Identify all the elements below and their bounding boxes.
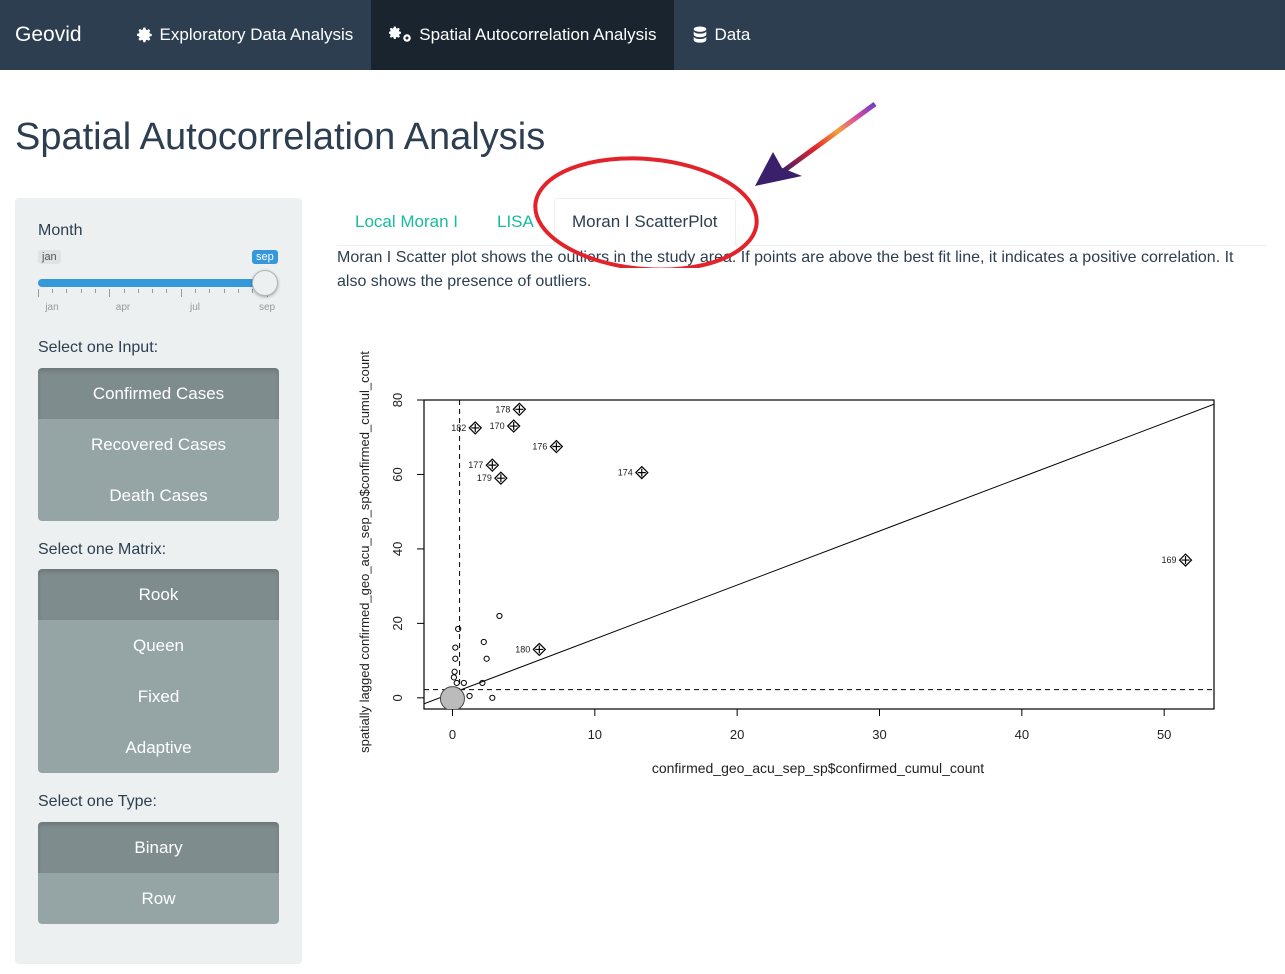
y-tick-label: 20: [390, 616, 405, 630]
slider-min-label: jan: [38, 250, 61, 264]
database-icon: [692, 26, 708, 44]
slider-tick: [138, 289, 139, 293]
slider-tick: [38, 289, 39, 297]
moran-scatterplot: 0 10 20 30 40 50020406080178182 17017617717917…: [357, 351, 1215, 776]
point-label: 177: [468, 460, 483, 470]
input-button-group: Confirmed Cases Recovered Cases Death Ca…: [38, 368, 279, 521]
slider-tick-label: jan: [45, 302, 59, 313]
page-title: Spatial Autocorrelation Analysis: [15, 116, 546, 158]
slider-tick: [81, 289, 82, 293]
point-label: 180: [515, 644, 530, 654]
navbar: Geovid Exploratory Data Analysis Spatial…: [0, 0, 1285, 70]
gear-icon: [136, 26, 154, 44]
slider-tick: [238, 289, 239, 293]
tab-bar: Local Moran I LISA Moran I ScatterPlot: [337, 198, 1267, 246]
point-label: 178: [495, 404, 510, 414]
point-label: 174: [618, 468, 633, 478]
slider-tick: [224, 289, 225, 293]
tab-lisa[interactable]: LISA: [497, 198, 534, 246]
x-tick-label: 50: [1157, 727, 1171, 742]
nav-data[interactable]: Data: [674, 0, 768, 70]
month-slider-track[interactable]: [38, 279, 268, 287]
type-label: Select one Type:: [38, 793, 157, 810]
point-label: 179: [477, 473, 492, 483]
x-tick-label: 40: [1015, 727, 1029, 742]
nav-spatial-autocorrelation-analysis[interactable]: Spatial Autocorrelation Analysis: [371, 0, 675, 70]
y-tick-label: 80: [390, 393, 405, 407]
nav-label: Spatial Autocorrelation Analysis: [419, 25, 657, 44]
y-axis-title: spatially lagged confirmed_geo_acu_sep_s…: [357, 351, 372, 753]
data-point: [489, 694, 496, 701]
y-tick-label: 0: [390, 694, 405, 701]
data-point: [479, 679, 486, 687]
month-label: Month: [38, 222, 83, 239]
slider-value-label: sep: [252, 250, 278, 264]
data-point: [496, 612, 503, 620]
nav-label: Exploratory Data Analysis: [159, 25, 354, 44]
slider-tick: [181, 289, 182, 297]
row-button[interactable]: Row: [38, 873, 279, 924]
slider-tick: [209, 289, 210, 293]
data-point: [483, 655, 490, 662]
point-label: 182: [451, 423, 466, 433]
slider-tick: [166, 289, 167, 293]
input-label: Select one Input:: [38, 339, 159, 356]
slider-tick: [95, 289, 96, 293]
slider-tick-label: jul: [189, 302, 201, 313]
y-tick-label: 60: [390, 467, 405, 481]
slider-tick: [152, 289, 153, 293]
point-label: 169: [1162, 555, 1177, 565]
tab-local-moran-i[interactable]: Local Moran I: [355, 198, 458, 246]
rook-button[interactable]: Rook: [38, 569, 279, 620]
matrix-button-group: Rook Queen Fixed Adaptive: [38, 569, 279, 773]
x-tick-label: 10: [588, 727, 602, 742]
tab-moran-i-scatterplot[interactable]: Moran I ScatterPlot: [554, 198, 736, 246]
data-point: [452, 655, 459, 662]
x-tick-label: 20: [730, 727, 744, 742]
plot-description: Moran I Scatter plot shows the outliers …: [337, 249, 1234, 290]
adaptive-button[interactable]: Adaptive: [38, 722, 279, 773]
slider-tick: [109, 289, 110, 297]
nav-label: Data: [714, 25, 751, 44]
x-axis-title: confirmed_geo_acu_sep_sp$confirmed_cumul…: [652, 760, 984, 776]
data-point: [460, 679, 467, 687]
point-label: 170: [490, 421, 505, 431]
brand-title[interactable]: Geovid: [0, 0, 118, 70]
matrix-label: Select one Matrix:: [38, 541, 167, 558]
annotation-arrow-icon: [780, 101, 877, 175]
month-slider-handle[interactable]: [252, 270, 278, 296]
plot-content: 178 182 170 176 177 179 174 169 180: [424, 400, 1214, 709]
data-point: [451, 668, 458, 675]
annotation-arrowhead-icon: [755, 152, 802, 186]
data-point: [466, 692, 473, 700]
confirmed-cases-button[interactable]: Confirmed Cases: [38, 368, 279, 419]
slider-ticks: [38, 289, 268, 297]
slider-tick: [52, 289, 53, 293]
data-point: [480, 638, 487, 646]
y-tick-label: 40: [390, 542, 405, 556]
x-tick-label: 0: [449, 727, 456, 742]
binary-button[interactable]: Binary: [38, 822, 279, 873]
slider-tick: [195, 289, 196, 293]
point-label: 176: [532, 442, 547, 452]
data-point: [452, 644, 459, 651]
x-tick-label: 30: [872, 727, 886, 742]
nav-exploratory-data-analysis[interactable]: Exploratory Data Analysis: [118, 0, 372, 70]
death-cases-button[interactable]: Death Cases: [38, 470, 279, 521]
gears-icon: [389, 26, 413, 44]
recovered-cases-button[interactable]: Recovered Cases: [38, 419, 279, 470]
slider-tick-label: sep: [258, 302, 276, 313]
sidebar-panel: Month jan sep jan apr jul sep Select one…: [15, 198, 302, 964]
queen-button[interactable]: Queen: [38, 620, 279, 671]
slider-tick-label: apr: [115, 302, 131, 313]
fixed-button[interactable]: Fixed: [38, 671, 279, 722]
data-point-cluster: [439, 686, 465, 709]
data-point: [450, 674, 457, 681]
data-point: [453, 679, 460, 687]
type-button-group: Binary Row: [38, 822, 279, 924]
slider-tick: [66, 289, 67, 293]
slider-tick: [124, 289, 125, 293]
